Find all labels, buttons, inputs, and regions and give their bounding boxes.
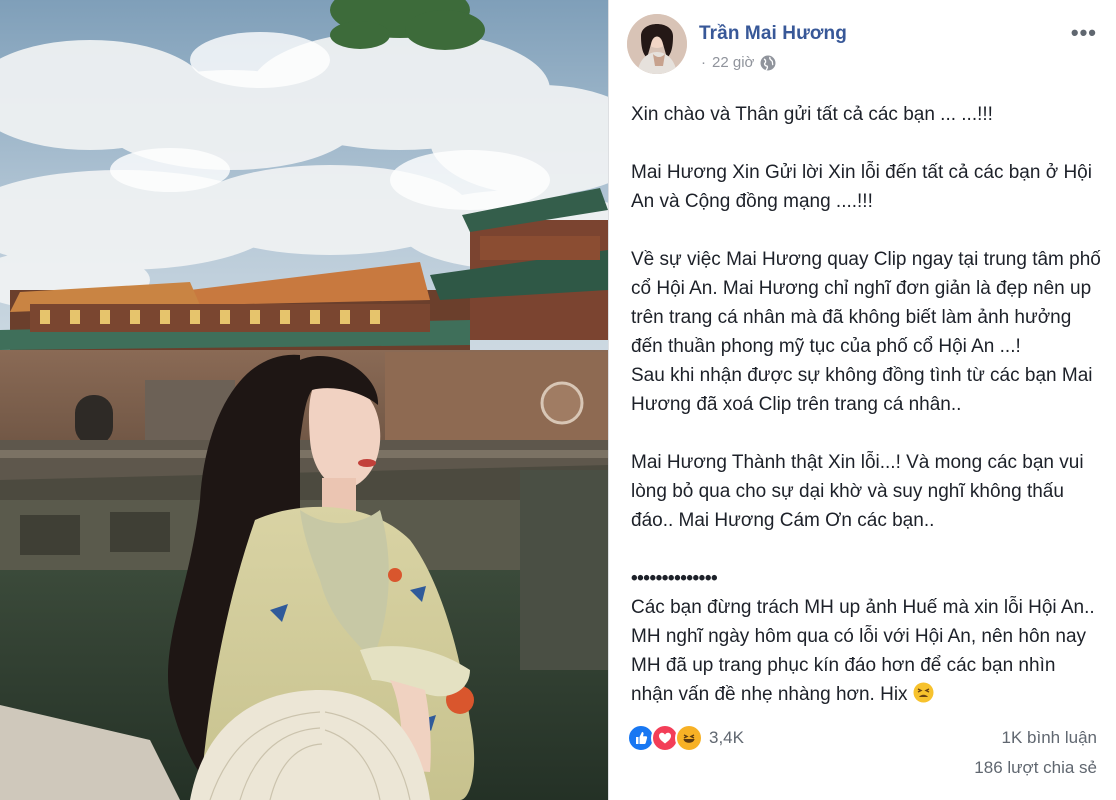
shares-count-link[interactable]: 186 lượt chia sẻ [974,758,1097,778]
post-paragraph: Các bạn đừng trách MH up ảnh Huế mà xin … [631,593,1101,709]
dotted-divider: •••••••••••••• [631,568,718,589]
post-meta: · 22 giờ [701,54,776,71]
meta-separator: · [701,54,706,71]
post-paragraph: Mai Hương Thành thật Xin lỗi...! Và mong… [631,452,1084,531]
more-options-button[interactable]: ••• [1071,20,1097,46]
post-photo[interactable] [0,0,608,800]
reactions-summary[interactable]: 3,4K [627,724,744,752]
post-paragraph: Mai Hương Xin Gửi lời Xin lỗi đến tất cả… [631,162,1092,212]
post-header: Trần Mai Hương · 22 giờ ••• [627,14,1097,78]
post-paragraph: Xin chào và Thân gửi tất cả các bạn ... … [631,104,993,125]
photo-illustration [0,0,608,800]
post-text: Xin chào và Thân gửi tất cả các bạn ... … [631,100,1101,709]
author-name[interactable]: Trần Mai Hương [699,23,847,45]
post-footer: 3,4K 1K bình luận 186 lượt chia sẻ [627,724,1097,794]
haha-icon [675,724,703,752]
comments-count-link[interactable]: 1K bình luận [1002,728,1097,748]
post-paragraph-text: Các bạn đừng trách MH up ảnh Huế mà xin … [631,597,1095,705]
reaction-count[interactable]: 3,4K [709,728,744,748]
tired-face-emoji-icon [913,682,934,703]
post-timestamp[interactable]: 22 giờ [712,54,754,71]
post-panel: Trần Mai Hương · 22 giờ ••• Xin chào và … [608,0,1116,800]
avatar-image [627,14,687,74]
globe-icon[interactable] [760,55,776,71]
post-paragraph: Sau khi nhận được sự không đồng tình từ … [631,365,1093,415]
avatar[interactable] [627,14,687,74]
post-paragraph: Về sự việc Mai Hương quay Clip ngay tại … [631,249,1101,357]
